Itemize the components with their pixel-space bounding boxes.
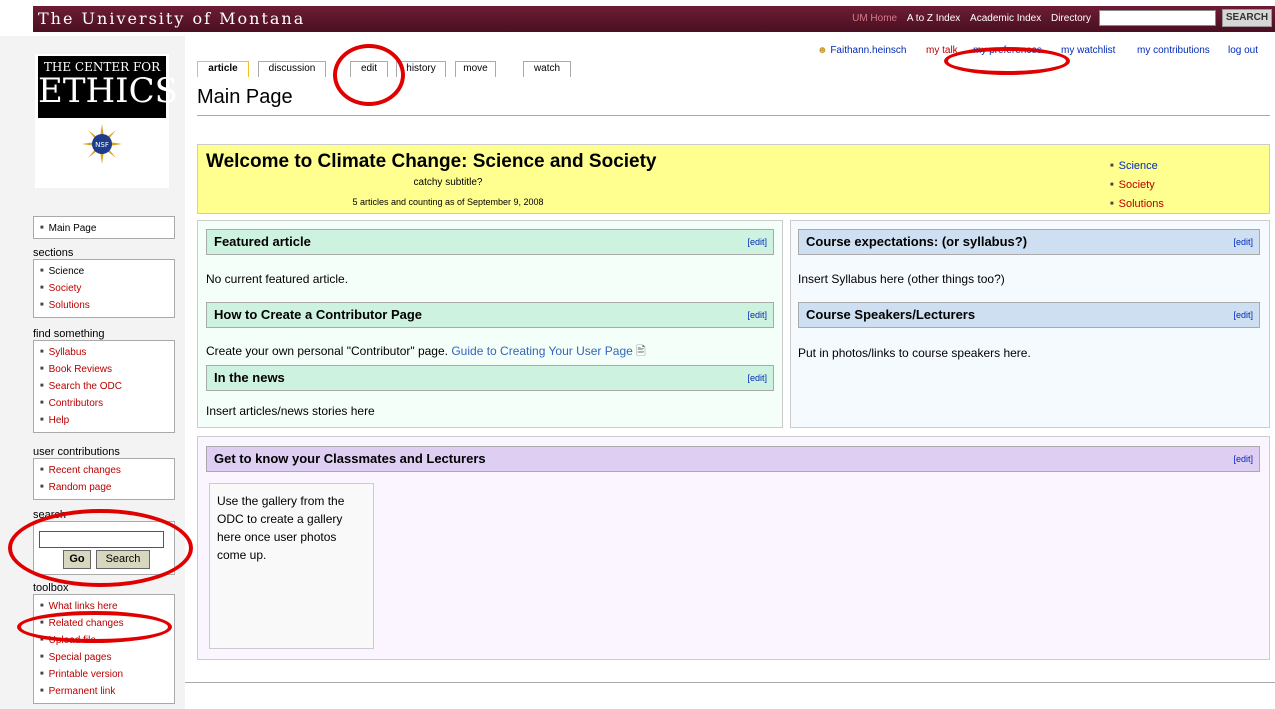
welcome-link-science[interactable]: Science [1110, 157, 1164, 176]
sidebar-item-recent-changes[interactable]: Recent changes [40, 462, 168, 479]
nav-academic-index[interactable]: Academic Index [970, 13, 1041, 24]
edit-link[interactable]: [edit] [747, 230, 767, 254]
gallery-box: Use the gallery from the ODC to create a… [209, 483, 374, 649]
contributor-body: Create your own personal "Contributor" p… [206, 344, 448, 358]
edit-link[interactable]: [edit] [1233, 447, 1253, 471]
featured-article-text: No current featured article. [206, 272, 349, 286]
classmates-title: Get to know your Classmates and Lecturer… [214, 451, 486, 466]
portlet-title-sections: sections [33, 247, 74, 259]
welcome-banner: Welcome to Climate Change: Science and S… [197, 144, 1270, 214]
portlet-find: find something Syllabus Book Reviews Sea… [33, 328, 175, 433]
sidebar-item-special-pages[interactable]: Special pages [40, 649, 168, 666]
top-search-input[interactable] [1099, 10, 1216, 26]
title-divider [197, 115, 1270, 116]
top-search-button[interactable]: SEARCH [1222, 9, 1272, 27]
sidebar-item-printable-version[interactable]: Printable version [40, 666, 168, 683]
logo-line2: ETHICS [38, 71, 178, 111]
portlet-title-find: find something [33, 328, 105, 340]
gallery-text: Use the gallery from the ODC to create a… [217, 494, 345, 562]
portlet-user-contributions: user contributions Recent changes Random… [33, 446, 175, 500]
sidebar-item-main-page[interactable]: Main Page [40, 220, 168, 237]
sidebar-item-what-links-here[interactable]: What links here [40, 598, 168, 615]
personal-username[interactable]: Faithann.heinsch [830, 45, 906, 56]
speakers-title: Course Speakers/Lecturers [806, 307, 976, 322]
personal-my-talk[interactable]: my talk [926, 45, 958, 56]
personal-my-preferences[interactable]: my preferences [973, 45, 1042, 56]
featured-article-header: Featured article [edit] [206, 229, 774, 255]
tab-article[interactable]: article [197, 61, 249, 77]
ethics-logo: THE CENTER FOR ETHICS [38, 56, 178, 118]
sidebar-item-contributors[interactable]: Contributors [40, 395, 168, 412]
speakers-header: Course Speakers/Lecturers [edit] [798, 302, 1260, 328]
edit-link[interactable]: [edit] [1233, 230, 1253, 254]
welcome-count: 5 articles and counting as of September … [352, 197, 544, 207]
nav-directory[interactable]: Directory [1051, 13, 1091, 24]
page-title: Main Page [197, 86, 293, 108]
featured-article-title: Featured article [214, 234, 311, 249]
sidebar-item-book-reviews[interactable]: Book Reviews [40, 361, 168, 378]
sidebar-item-syllabus[interactable]: Syllabus [40, 344, 168, 361]
tab-discussion[interactable]: discussion [258, 61, 326, 77]
sidebar-item-related-changes[interactable]: Related changes [40, 615, 168, 632]
edit-link[interactable]: [edit] [747, 303, 767, 327]
welcome-link-solutions[interactable]: Solutions [1110, 195, 1164, 214]
news-header: In the news [edit] [206, 365, 774, 391]
site-logo[interactable]: THE CENTER FOR ETHICS NSF [35, 54, 178, 188]
contributor-header: How to Create a Contributor Page [edit] [206, 302, 774, 328]
personal-log-out[interactable]: log out [1228, 45, 1258, 56]
classmates-header: Get to know your Classmates and Lecturer… [206, 446, 1260, 472]
nsf-seal-icon: NSF [82, 124, 122, 164]
portlet-title-user-contributions: user contributions [33, 446, 120, 458]
personal-my-contributions[interactable]: my contributions [1137, 45, 1210, 56]
portlet-title-search: search [33, 509, 67, 521]
portlet-toolbox: toolbox What links here Related changes … [33, 582, 175, 704]
personal-my-watchlist[interactable]: my watchlist [1061, 45, 1115, 56]
guide-link[interactable]: Guide to Creating Your User Page [451, 344, 632, 358]
search-button[interactable]: Search [96, 550, 150, 569]
welcome-subtitle: catchy subtitle? [413, 177, 483, 188]
welcome-links: Science Society Solutions [1110, 157, 1164, 214]
sidebar-search-input[interactable] [39, 531, 164, 548]
top-nav: UM Home A to Z Index Academic Index Dire… [845, 13, 1091, 24]
course-expectations-header: Course expectations: (or syllabus?) [edi… [798, 229, 1260, 255]
sidebar-item-permanent-link[interactable]: Permanent link [40, 683, 168, 700]
tab-history[interactable]: history [396, 61, 446, 77]
document-icon: 🖹 [636, 344, 646, 358]
go-button[interactable]: Go [63, 550, 91, 569]
university-name[interactable]: The University of Montana [38, 9, 305, 28]
university-banner: The University of Montana UM Home A to Z… [0, 0, 1275, 36]
sidebar-item-society[interactable]: Society [40, 280, 168, 297]
nav-a-to-z[interactable]: A to Z Index [907, 13, 960, 24]
welcome-link-society[interactable]: Society [1110, 176, 1164, 195]
speakers-text: Put in photos/links to course speakers h… [798, 346, 1031, 360]
nsf-text: NSF [95, 141, 109, 149]
news-title: In the news [214, 370, 285, 385]
portlet-title-toolbox: toolbox [33, 582, 69, 594]
course-expectations-text: Insert Syllabus here (other things too?) [798, 272, 1005, 286]
news-text: Insert articles/news stories here [206, 404, 375, 418]
sidebar-item-science[interactable]: Science [40, 263, 168, 280]
tab-move[interactable]: move [455, 61, 496, 77]
user-icon: ☻ [817, 45, 828, 56]
course-expectations-title: Course expectations: (or syllabus?) [806, 234, 1028, 249]
personal-user[interactable]: ☻ Faithann.heinsch [817, 45, 906, 56]
edit-link[interactable]: [edit] [1233, 303, 1253, 327]
welcome-title: Welcome to Climate Change: Science and S… [206, 151, 657, 172]
contributor-title: How to Create a Contributor Page [214, 307, 423, 322]
sidebar-item-solutions[interactable]: Solutions [40, 297, 168, 314]
sidebar-item-help[interactable]: Help [40, 412, 168, 429]
footer-divider [185, 682, 1275, 683]
portlet-navigation: Main Page [33, 216, 175, 239]
portlet-sections: sections Science Society Solutions [33, 247, 175, 318]
nav-um-home[interactable]: UM Home [852, 13, 897, 24]
sidebar-item-upload-file[interactable]: Upload file [40, 632, 168, 649]
sidebar-item-random-page[interactable]: Random page [40, 479, 168, 496]
edit-link[interactable]: [edit] [747, 366, 767, 390]
tab-edit[interactable]: edit [350, 61, 388, 77]
tab-watch[interactable]: watch [523, 61, 571, 77]
sidebar-item-search-odc[interactable]: Search the ODC [40, 378, 168, 395]
contributor-text: Create your own personal "Contributor" p… [206, 342, 646, 363]
